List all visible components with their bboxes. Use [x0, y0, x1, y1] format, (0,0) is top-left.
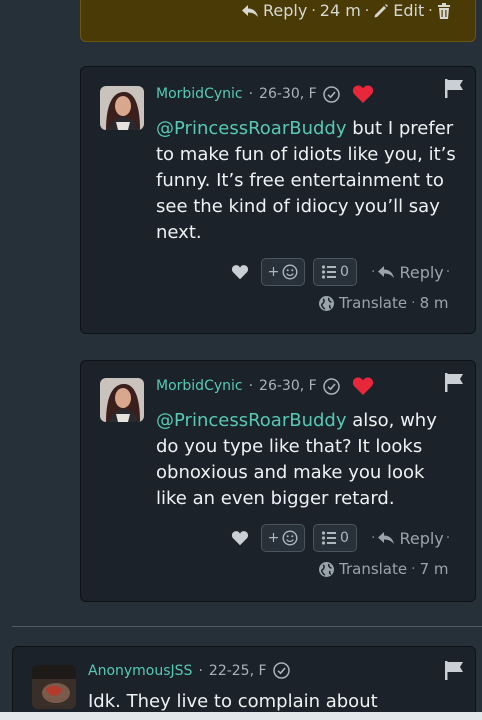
list-count: 0	[340, 530, 349, 546]
own-comment-card: Reply · 24 m · Edit ·	[80, 0, 476, 42]
user-demographics: 22-25, F	[208, 662, 267, 679]
list-icon	[321, 265, 337, 279]
add-reaction-button[interactable]: +	[261, 258, 305, 286]
comment-meta: AnonymousJSS · 22-25, F	[88, 662, 290, 679]
list-button[interactable]: 0	[313, 524, 357, 552]
username[interactable]: MorbidCynic	[156, 378, 243, 394]
comment-actions: + 0 · Reply ·	[231, 258, 450, 286]
separator-dot: ·	[428, 2, 433, 19]
separator-dot: ·	[411, 561, 416, 577]
avatar-photo	[100, 378, 144, 422]
avatar-photo	[100, 86, 144, 130]
add-reaction-plus: +	[267, 530, 280, 546]
separator-dot: ·	[311, 2, 316, 19]
translate-row: Translate · 8 m	[318, 294, 449, 312]
separator-dot: ·	[248, 378, 254, 394]
comment-meta: MorbidCynic · 26-30, F	[156, 84, 374, 104]
verified-icon	[322, 85, 340, 103]
emoji-icon	[282, 530, 298, 546]
separator-dot: ·	[198, 662, 203, 679]
separator-dot: ·	[445, 264, 451, 280]
comment-card: AnonymousJSS · 22-25, F Idk. They live t…	[12, 646, 476, 720]
user-demographics: 26-30, F	[259, 86, 317, 102]
avatar[interactable]	[32, 665, 76, 709]
username[interactable]: AnonymousJSS	[88, 663, 192, 679]
comment-time: 7 m	[419, 560, 449, 578]
reply-label: Reply	[399, 528, 444, 548]
comment-actions: + 0 · Reply ·	[231, 524, 450, 552]
comment-card: MorbidCynic · 26-30, F @PrincessRoarBudd…	[80, 66, 476, 334]
separator-dot: ·	[445, 530, 451, 546]
comment-time: 24 m	[319, 1, 361, 20]
thread-divider	[12, 626, 482, 627]
add-reaction-plus: +	[267, 264, 280, 280]
flag-icon[interactable]	[443, 371, 465, 393]
reply-label: Reply	[399, 262, 444, 282]
translate-button[interactable]: Translate	[318, 560, 407, 578]
globe-icon	[319, 561, 334, 577]
reply-icon	[378, 532, 395, 544]
translate-row: Translate · 7 m	[318, 560, 449, 578]
reply-icon	[242, 4, 258, 17]
translate-button[interactable]: Translate	[318, 294, 407, 312]
reply-button[interactable]: Reply	[241, 1, 307, 20]
separator-dot: ·	[248, 86, 254, 102]
user-mention[interactable]: @PrincessRoarBuddy	[156, 118, 346, 139]
edit-button[interactable]: Edit	[373, 1, 424, 20]
user-demographics: 26-30, F	[259, 378, 317, 394]
emoji-icon	[282, 264, 298, 280]
avatar-photo	[32, 665, 76, 709]
separator-dot: ·	[364, 2, 370, 19]
translate-label: Translate	[339, 560, 408, 578]
reply-button[interactable]: Reply	[377, 528, 444, 548]
comment-card: MorbidCynic · 26-30, F @PrincessRoarBudd…	[80, 360, 476, 602]
reply-label: Reply	[263, 1, 308, 20]
comment-time: 8 m	[419, 294, 449, 312]
comment-body: Idk. They live to complain about	[88, 691, 378, 712]
comment-thread: Reply · 24 m · Edit · MorbidCynic · 26-3…	[0, 0, 482, 720]
reply-icon	[378, 266, 395, 278]
list-count: 0	[340, 264, 349, 280]
username[interactable]: MorbidCynic	[156, 86, 243, 102]
flag-icon[interactable]	[443, 659, 465, 681]
separator-dot: ·	[371, 264, 376, 280]
comment-text: @PrincessRoarBuddy also, why do you type…	[156, 408, 456, 512]
bottom-bar	[0, 712, 482, 720]
edit-label: Edit	[393, 1, 425, 20]
reply-button[interactable]: Reply	[377, 262, 444, 282]
add-reaction-button[interactable]: +	[261, 524, 305, 552]
list-icon	[321, 531, 337, 545]
globe-icon	[319, 295, 334, 311]
separator-dot: ·	[411, 295, 416, 311]
edit-icon	[374, 3, 389, 17]
trash-icon[interactable]	[437, 2, 451, 19]
list-button[interactable]: 0	[313, 258, 357, 286]
user-mention[interactable]: @PrincessRoarBuddy	[156, 410, 346, 431]
avatar[interactable]	[100, 378, 144, 422]
verified-icon	[272, 662, 290, 679]
avatar[interactable]	[100, 86, 144, 130]
translate-label: Translate	[339, 294, 408, 312]
comment-meta: MorbidCynic · 26-30, F	[156, 376, 374, 396]
heart-icon[interactable]	[352, 84, 374, 104]
flag-icon[interactable]	[443, 77, 465, 99]
like-heart-icon[interactable]	[231, 264, 249, 280]
comment-text: @PrincessRoarBuddy but I prefer to make …	[156, 116, 456, 246]
own-comment-actions: Reply · 24 m · Edit ·	[241, 1, 451, 20]
verified-icon	[322, 377, 340, 395]
separator-dot: ·	[371, 530, 376, 546]
like-heart-icon[interactable]	[231, 530, 249, 546]
heart-icon[interactable]	[352, 376, 374, 396]
